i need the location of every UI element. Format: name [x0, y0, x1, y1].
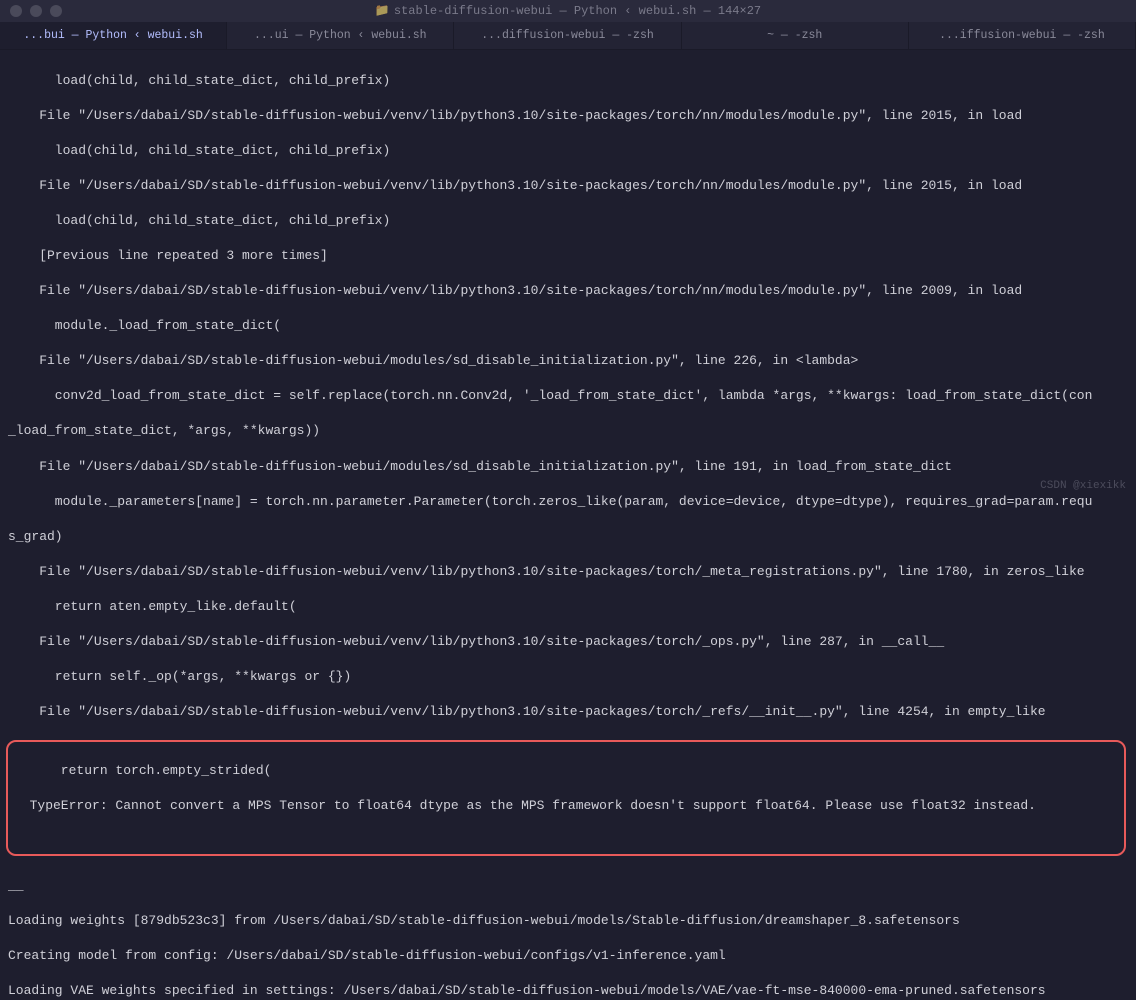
terminal-line: File "/Users/dabai/SD/stable-diffusion-w… [8, 563, 1130, 581]
terminal-line: load(child, child_state_dict, child_pref… [8, 212, 1130, 230]
window-title-text: stable-diffusion-webui — Python ‹ webui.… [394, 4, 761, 18]
traffic-lights [10, 5, 62, 17]
terminal-line: [Previous line repeated 3 more times] [8, 247, 1130, 265]
error-message: TypeError: Cannot convert a MPS Tensor t… [14, 797, 1118, 815]
titlebar: 📁 stable-diffusion-webui — Python ‹ webui… [0, 0, 1136, 22]
terminal-line: File "/Users/dabai/SD/stable-diffusion-w… [8, 107, 1130, 125]
terminal-line: _load_from_state_dict, *args, **kwargs)) [8, 422, 1130, 440]
terminal-line: return torch.empty_strided( [14, 762, 1118, 780]
tab-1[interactable]: ...ui — Python ‹ webui.sh [227, 22, 454, 49]
terminal-line: File "/Users/dabai/SD/stable-diffusion-w… [8, 458, 1130, 476]
tab-0[interactable]: ...bui — Python ‹ webui.sh [0, 22, 227, 49]
error-highlight-box: return torch.empty_strided( TypeError: C… [6, 740, 1126, 855]
terminal-line: module._load_from_state_dict( [8, 317, 1130, 335]
terminal-line: module._parameters[name] = torch.nn.para… [8, 493, 1130, 511]
minimize-button[interactable] [30, 5, 42, 17]
terminal-line: load(child, child_state_dict, child_pref… [8, 142, 1130, 160]
terminal-line: return self._op(*args, **kwargs or {}) [8, 668, 1130, 686]
terminal-line: return aten.empty_like.default( [8, 598, 1130, 616]
tab-label: ...bui — Python ‹ webui.sh [23, 28, 202, 44]
tab-label: ...diffusion-webui — -zsh [481, 28, 654, 44]
terminal-line: Loading VAE weights specified in setting… [8, 982, 1130, 1000]
window-title: 📁 stable-diffusion-webui — Python ‹ webui… [10, 3, 1126, 19]
terminal-line: conv2d_load_from_state_dict = self.repla… [8, 387, 1130, 405]
terminal-line: File "/Users/dabai/SD/stable-diffusion-w… [8, 633, 1130, 651]
zoom-button[interactable] [50, 5, 62, 17]
tabbar: ...bui — Python ‹ webui.sh ...ui — Pytho… [0, 22, 1136, 50]
tab-label: ~ — -zsh [767, 28, 822, 44]
terminal-line: __ [8, 877, 1130, 895]
tab-3[interactable]: ~ — -zsh [682, 22, 909, 49]
terminal-line: load(child, child_state_dict, child_pref… [8, 72, 1130, 90]
terminal-line: File "/Users/dabai/SD/stable-diffusion-w… [8, 177, 1130, 195]
close-button[interactable] [10, 5, 22, 17]
terminal-line: File "/Users/dabai/SD/stable-diffusion-w… [8, 703, 1130, 721]
terminal-line: s_grad) [8, 528, 1130, 546]
watermark: CSDN @xiexikk [1040, 479, 1126, 494]
terminal-output[interactable]: load(child, child_state_dict, child_pref… [0, 50, 1136, 1000]
tab-4[interactable]: ...iffusion-webui — -zsh [909, 22, 1136, 49]
terminal-line: Creating model from config: /Users/dabai… [8, 947, 1130, 965]
folder-icon: 📁 [375, 3, 390, 19]
terminal-line: Loading weights [879db523c3] from /Users… [8, 912, 1130, 930]
terminal-line: File "/Users/dabai/SD/stable-diffusion-w… [8, 282, 1130, 300]
tab-label: ...iffusion-webui — -zsh [939, 28, 1105, 44]
tab-2[interactable]: ...diffusion-webui — -zsh [454, 22, 681, 49]
tab-label: ...ui — Python ‹ webui.sh [254, 28, 427, 44]
terminal-line: File "/Users/dabai/SD/stable-diffusion-w… [8, 352, 1130, 370]
